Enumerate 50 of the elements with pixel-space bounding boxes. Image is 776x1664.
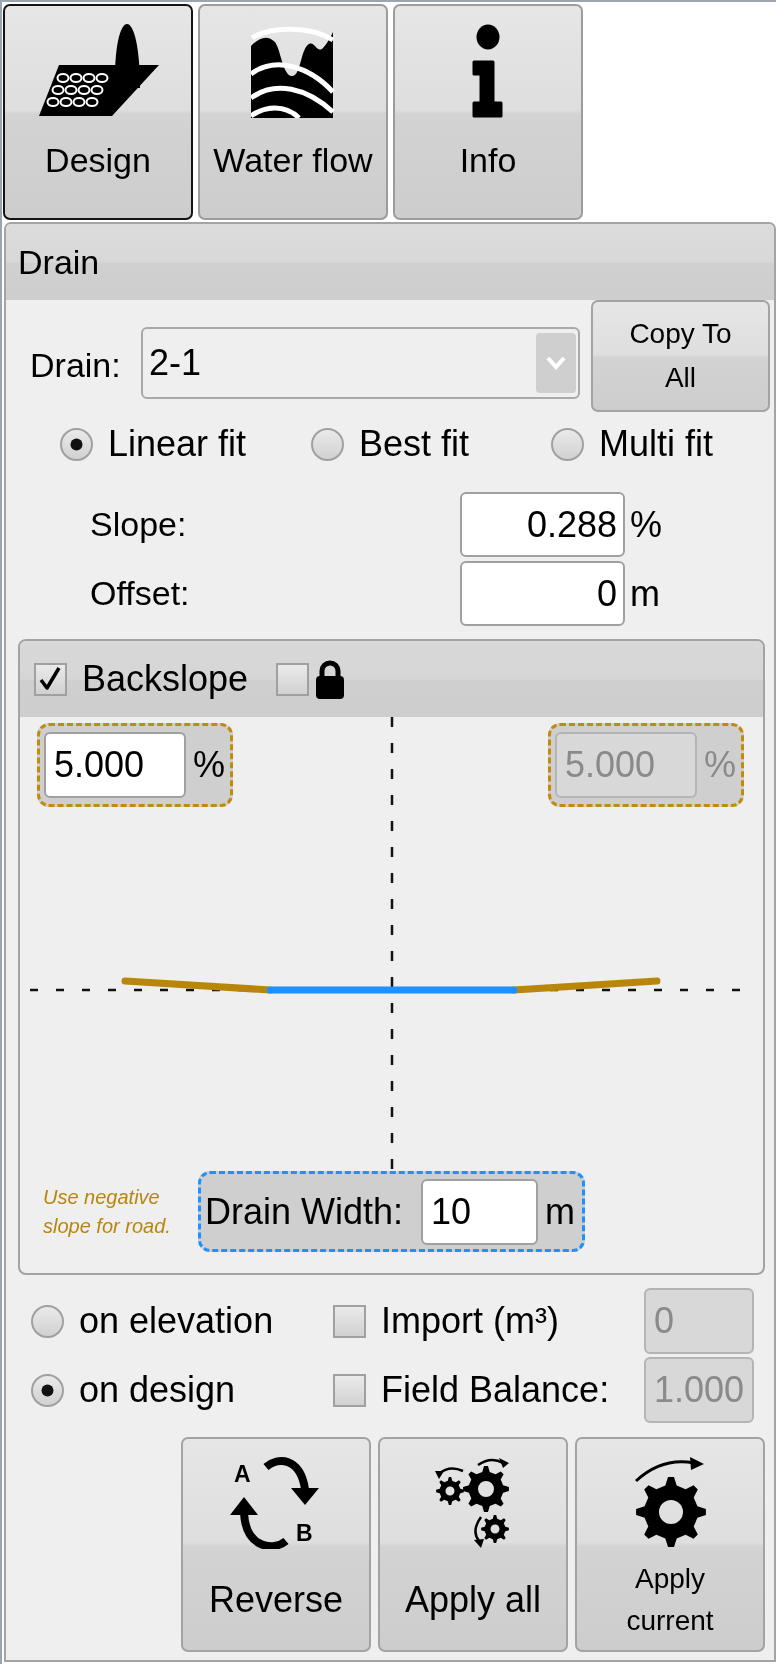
copy-button[interactable]: Copy To All — [591, 300, 770, 412]
radio-button[interactable] — [551, 427, 584, 461]
unit-label: m — [630, 571, 660, 616]
radio-button[interactable] — [31, 1304, 64, 1338]
backslope-input: 5.000 — [555, 732, 697, 798]
number-input[interactable]: 0 — [460, 561, 625, 626]
radio-option[interactable]: on elevation — [31, 1299, 333, 1343]
radio-option[interactable]: Linear fit — [60, 422, 311, 466]
info-icon — [471, 24, 505, 118]
unit-label: % — [630, 502, 662, 547]
tab[interactable]: Water flow — [198, 4, 388, 220]
chevron-down-icon[interactable] — [536, 333, 576, 393]
checkbox-option[interactable]: Backslope — [34, 657, 249, 701]
apply-all-button[interactable]: Apply all — [378, 1437, 568, 1652]
backslope-input[interactable]: 5.000 — [44, 732, 186, 798]
unit-label: m — [545, 1189, 576, 1234]
number-input[interactable]: 0.288 — [460, 492, 625, 557]
drain-width-input[interactable]: 10 — [421, 1178, 539, 1245]
radio-button[interactable] — [311, 427, 344, 461]
unit-label: % — [704, 743, 736, 787]
radio-option[interactable]: Multi fit — [551, 422, 774, 466]
panel-title: Drain — [18, 243, 100, 281]
tab[interactable]: Design — [3, 4, 193, 220]
checkbox[interactable] — [276, 662, 310, 696]
field-label: Slope: — [90, 504, 188, 545]
gears-icon — [435, 1455, 511, 1549]
curved-arrow-icon — [230, 1497, 289, 1549]
gear-with-arrow-icon — [632, 1455, 708, 1549]
reverse-button[interactable]: A B Reverse — [181, 1437, 371, 1652]
field-label: Drain: — [30, 345, 122, 385]
lock-icon — [314, 659, 347, 699]
checkbox[interactable] — [34, 662, 67, 696]
field-label: Offset: — [90, 573, 191, 614]
hint-text: Use negative slope for road. — [43, 1184, 172, 1239]
curved-arrow-icon — [263, 1457, 319, 1505]
apply-current-button[interactable]: Apply current — [575, 1437, 765, 1652]
radio-option[interactable]: Best fit — [311, 422, 551, 466]
drain-select[interactable]: 2-1 — [141, 327, 580, 399]
radio-button[interactable] — [31, 1373, 64, 1407]
radio-button[interactable] — [60, 427, 93, 461]
field-label: Drain Width: — [205, 1189, 404, 1234]
number-input: 0 — [644, 1288, 754, 1354]
endpoint-label: A — [234, 1461, 251, 1487]
field-design-icon — [36, 22, 160, 118]
water-waves-icon — [251, 24, 335, 118]
number-input: 1.000 — [644, 1357, 754, 1423]
radio-option[interactable]: on design — [31, 1368, 333, 1412]
unit-label: % — [193, 743, 225, 787]
tab[interactable]: Info — [393, 4, 583, 220]
endpoint-label: B — [296, 1520, 313, 1546]
